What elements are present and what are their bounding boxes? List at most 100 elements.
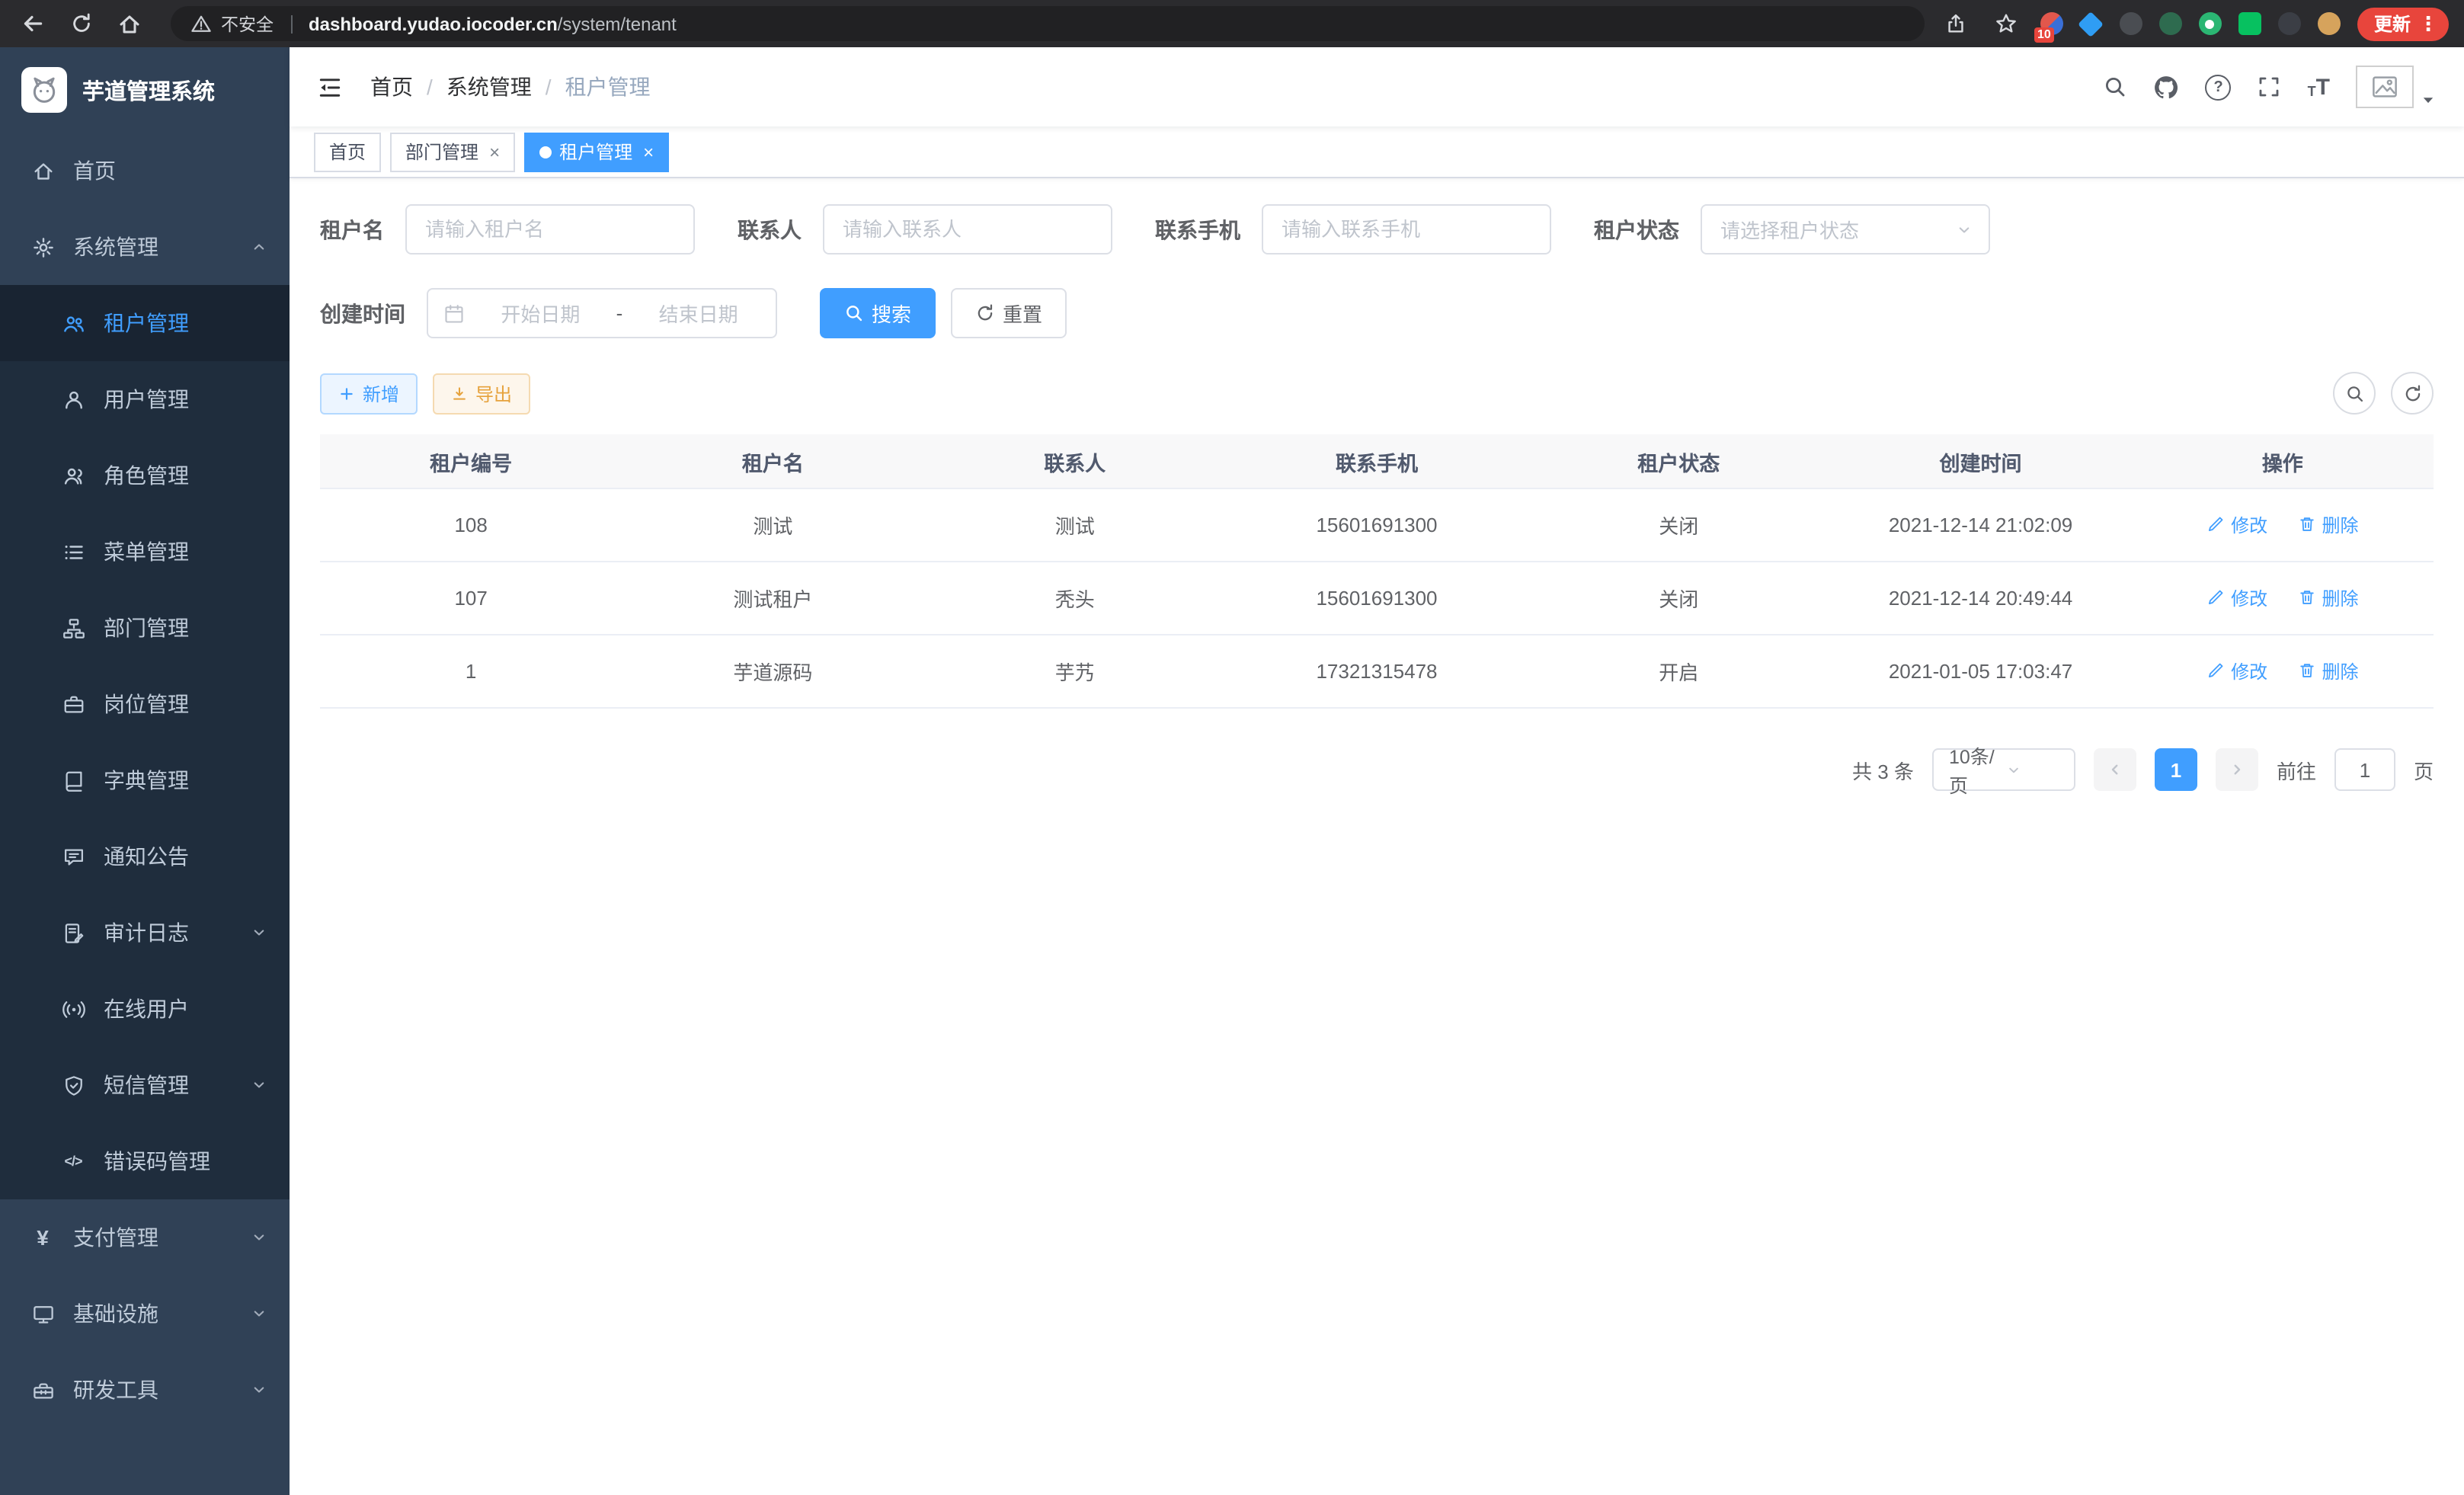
back-icon[interactable] (15, 7, 49, 40)
sidebar-item-sms[interactable]: 短信管理 (0, 1047, 290, 1123)
sidebar-item-notice[interactable]: 通知公告 (0, 818, 290, 895)
search-button[interactable]: 搜索 (820, 288, 936, 338)
extension-icon[interactable] (2159, 12, 2182, 35)
goto-page-input[interactable] (2334, 748, 2395, 791)
next-page-button[interactable] (2216, 748, 2258, 791)
extension-icon[interactable] (2238, 12, 2261, 35)
security-label[interactable]: 不安全 (221, 11, 274, 36)
page-size-select[interactable]: 10条/页 (1932, 748, 2075, 791)
delete-link[interactable]: 删除 (2297, 585, 2358, 611)
extension-icon[interactable]: 10 (2040, 12, 2063, 35)
sidebar-item-infra[interactable]: 基础设施 (0, 1276, 290, 1352)
extension-icon[interactable] (2199, 12, 2222, 35)
sidebar-item-label: 在线用户 (104, 994, 268, 1024)
browser-update-button[interactable]: 更新 ⋮ (2357, 7, 2449, 40)
tab-dept[interactable]: 部门管理 × (390, 132, 515, 171)
table-toolbar: 新增 导出 (320, 372, 2434, 415)
edit-link[interactable]: 修改 (2206, 658, 2267, 684)
sidebar-item-role[interactable]: 角色管理 (0, 437, 290, 514)
reset-button[interactable]: 重置 (951, 288, 1067, 338)
message-icon (61, 844, 85, 869)
user-icon (61, 387, 85, 411)
breadcrumb-item-system[interactable]: 系统管理 (446, 72, 532, 102)
filter-status: 租户状态 请选择租户状态 (1594, 204, 1990, 255)
close-icon[interactable]: × (489, 142, 500, 161)
cell-contact: 芋艿 (924, 657, 1226, 686)
cell-tenant-name: 测试租户 (622, 584, 923, 613)
extension-icon[interactable] (2080, 12, 2103, 35)
cell-status: 开启 (1528, 657, 1829, 686)
reload-icon[interactable] (64, 7, 98, 40)
sidebar-item-audit-log[interactable]: 审计日志 (0, 895, 290, 971)
column-header: 操作 (2132, 446, 2434, 476)
sidebar-item-label: 用户管理 (104, 384, 268, 415)
share-icon[interactable] (1940, 7, 1973, 40)
logo[interactable]: 芋道管理系统 (0, 47, 290, 133)
font-size-icon[interactable]: TT (2308, 75, 2330, 98)
sidebar-item-post[interactable]: 岗位管理 (0, 666, 290, 742)
sidebar-item-error-code[interactable]: </> 错误码管理 (0, 1123, 290, 1199)
add-button[interactable]: 新增 (320, 373, 418, 414)
prev-page-button[interactable] (2094, 748, 2136, 791)
sidebar-fold-icon[interactable] (317, 74, 343, 100)
tab-label: 部门管理 (405, 139, 478, 165)
home-icon[interactable] (113, 7, 146, 40)
sidebar-item-home[interactable]: 首页 (0, 133, 290, 209)
sidebar-item-dept[interactable]: 部门管理 (0, 590, 290, 666)
goto-prefix: 前往 (2277, 755, 2316, 784)
bookmark-star-icon[interactable] (1990, 7, 2024, 40)
sidebar-item-label: 审计日志 (104, 917, 232, 948)
sidebar-item-menu[interactable]: 菜单管理 (0, 514, 290, 590)
sidebar-item-dev-tools[interactable]: 研发工具 (0, 1352, 290, 1428)
screen: 不安全 dashboard.yudao.iocoder.cn/system/te… (0, 0, 2464, 1495)
phone-input[interactable] (1262, 204, 1551, 255)
sidebar-item-system[interactable]: 系统管理 (0, 209, 290, 285)
tab-home[interactable]: 首页 (314, 132, 381, 171)
browser-menu-icon[interactable]: ⋮ (2418, 14, 2438, 34)
cell-status: 关闭 (1528, 511, 1829, 539)
cell-tenant-id: 108 (320, 514, 622, 536)
breadcrumb: 首页 / 系统管理 / 租户管理 (370, 72, 651, 102)
date-start-placeholder: 开始日期 (478, 299, 603, 328)
fullscreen-icon[interactable] (2258, 75, 2282, 99)
tab-tenant[interactable]: 租户管理 × (524, 132, 669, 171)
delete-link[interactable]: 删除 (2297, 512, 2358, 538)
sidebar-item-dict[interactable]: 字典管理 (0, 742, 290, 818)
breadcrumb-item-home[interactable]: 首页 (370, 72, 413, 102)
tab-label: 租户管理 (559, 139, 632, 165)
search-icon[interactable] (2104, 75, 2128, 99)
sidebar-item-pay[interactable]: ¥ 支付管理 (0, 1199, 290, 1276)
address-bar[interactable]: 不安全 dashboard.yudao.iocoder.cn/system/te… (171, 6, 1925, 41)
edit-label: 修改 (2231, 512, 2267, 538)
extension-glyph (2206, 19, 2215, 28)
contact-input[interactable] (823, 204, 1112, 255)
update-label: 更新 (2374, 11, 2411, 37)
help-icon[interactable]: ? (2206, 74, 2232, 100)
user-avatar[interactable] (2356, 66, 2437, 108)
sidebar-item-user[interactable]: 用户管理 (0, 361, 290, 437)
toggle-search-button[interactable] (2333, 372, 2376, 415)
delete-link[interactable]: 删除 (2297, 658, 2358, 684)
extension-icon[interactable] (2318, 12, 2341, 35)
status-select[interactable]: 请选择租户状态 (1701, 204, 1990, 255)
sidebar-item-tenant[interactable]: 租户管理 (0, 285, 290, 361)
date-range-picker[interactable]: 开始日期 - 结束日期 (427, 288, 777, 338)
refresh-button[interactable] (2391, 372, 2434, 415)
extension-icon[interactable] (2120, 12, 2142, 35)
extension-icon[interactable] (2278, 12, 2301, 35)
edit-link[interactable]: 修改 (2206, 512, 2267, 538)
page-number-button[interactable]: 1 (2155, 748, 2197, 791)
close-icon[interactable]: × (643, 142, 654, 161)
extension-glyph (2078, 11, 2104, 37)
column-header: 联系人 (924, 446, 1226, 476)
export-button[interactable]: 导出 (433, 373, 530, 414)
tenant-name-input[interactable] (405, 204, 695, 255)
edit-link[interactable]: 修改 (2206, 585, 2267, 611)
list-icon (61, 539, 85, 564)
chevron-down-icon (250, 1381, 268, 1399)
url-text[interactable]: dashboard.yudao.iocoder.cn/system/tenant (309, 13, 677, 34)
github-icon[interactable] (2154, 74, 2180, 100)
sidebar-item-online-users[interactable]: 在线用户 (0, 971, 290, 1047)
cell-created: 2021-01-05 17:03:47 (1829, 660, 2131, 683)
cell-phone: 15601691300 (1226, 587, 1528, 610)
